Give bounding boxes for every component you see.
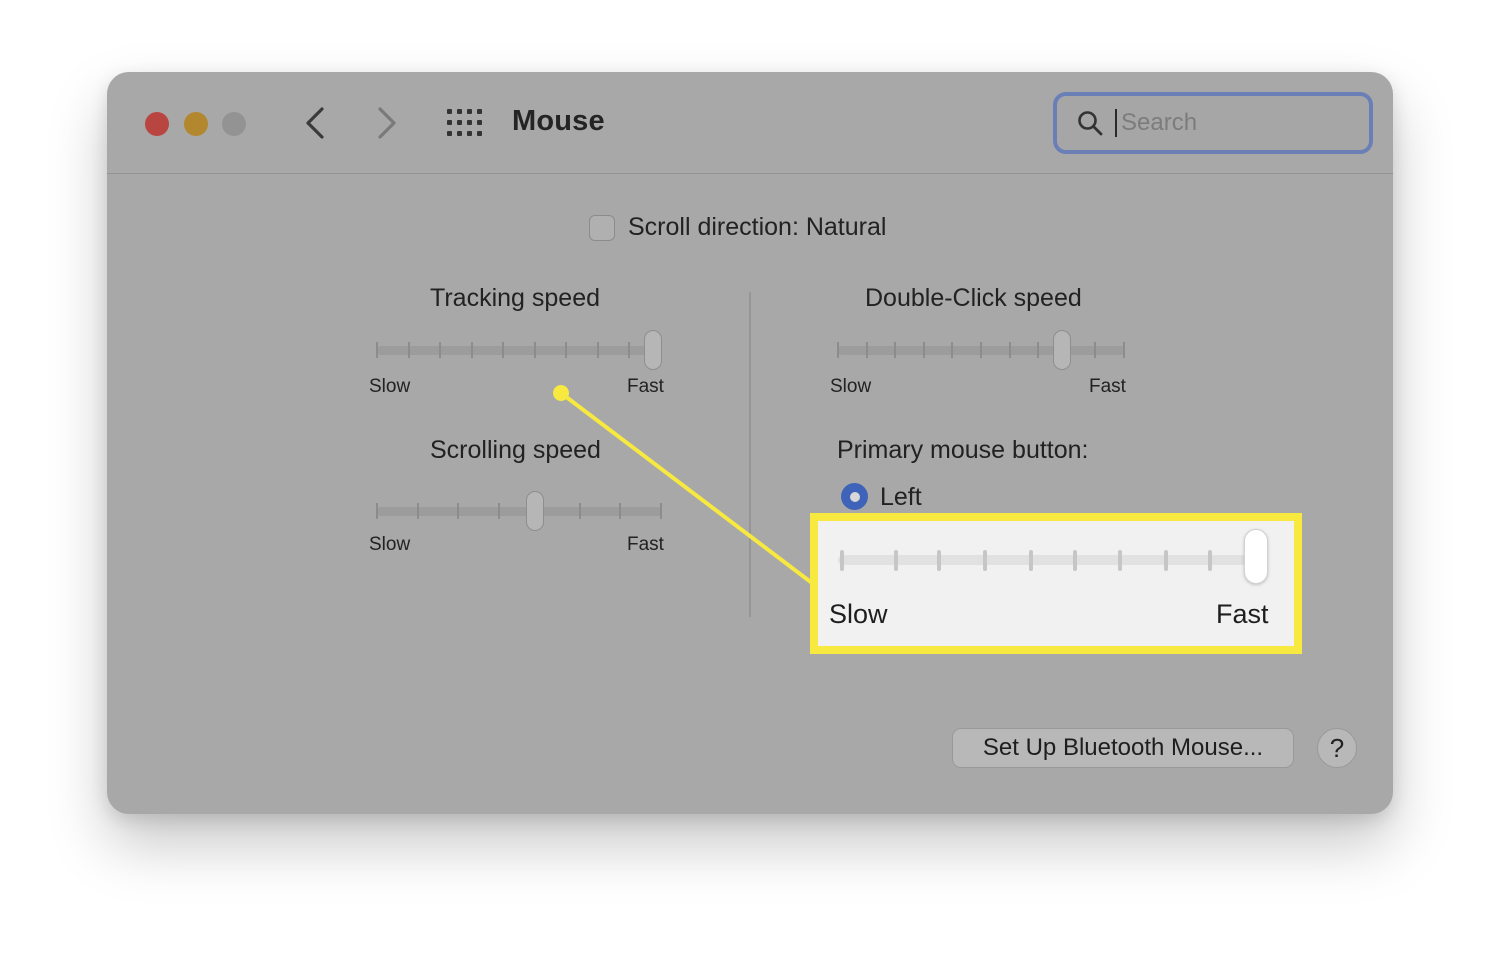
slider-tick xyxy=(407,342,410,358)
window-title: Mouse xyxy=(512,105,605,137)
double-click-speed-slider[interactable] xyxy=(837,330,1125,370)
callout-slider-tick xyxy=(983,550,987,571)
tracking-speed-label: Tracking speed xyxy=(430,284,600,312)
scroll-direction-row: Scroll direction: Natural xyxy=(589,213,886,242)
slider-tick xyxy=(596,342,599,358)
set-up-bluetooth-mouse-button[interactable]: Set Up Bluetooth Mouse... xyxy=(952,728,1294,768)
title-bar: Mouse xyxy=(107,72,1393,174)
scrolling-speed-min-label: Slow xyxy=(369,534,411,555)
slider-knob[interactable] xyxy=(644,330,662,370)
callout-slider-tick xyxy=(937,550,941,571)
callout-slider-tick xyxy=(1073,550,1077,571)
slider-tick xyxy=(980,342,982,358)
callout-slider-tick xyxy=(840,550,844,571)
slider-tick xyxy=(457,503,460,519)
slider-tick xyxy=(1037,342,1040,358)
double-click-speed-min-label: Slow xyxy=(830,376,872,397)
slider-tick xyxy=(1008,342,1011,358)
slider-tick xyxy=(951,342,954,358)
search-input[interactable] xyxy=(1115,109,1335,137)
scrolling-speed-max-label: Fast xyxy=(627,534,664,555)
slider-tick xyxy=(660,503,662,519)
slider-tick xyxy=(376,342,378,358)
zoom-window-button[interactable] xyxy=(222,112,246,136)
show-all-grid-icon[interactable] xyxy=(446,108,484,138)
callout-slider-track xyxy=(838,555,1263,565)
tracking-speed-zoom-callout: Slow Fast xyxy=(810,513,1302,654)
tracking-speed-min-label: Slow xyxy=(369,376,411,397)
chevron-right-icon xyxy=(378,107,396,139)
slider-tick xyxy=(578,503,581,519)
slider-track xyxy=(376,346,662,355)
minimize-window-button[interactable] xyxy=(184,112,208,136)
slider-tick xyxy=(619,503,622,519)
double-click-speed-label: Double-Click speed xyxy=(865,284,1082,312)
column-divider xyxy=(749,292,751,617)
slider-tick xyxy=(1123,342,1125,358)
slider-tick xyxy=(416,503,419,519)
callout-min-label: Slow xyxy=(829,599,888,629)
slider-tick xyxy=(865,342,868,358)
mouse-preferences-window: Mouse Scroll direction: Natural Tracking… xyxy=(107,72,1393,814)
slider-tick xyxy=(628,342,631,358)
callout-slider-tick xyxy=(1029,550,1033,571)
slider-knob[interactable] xyxy=(1053,330,1071,370)
slider-knob[interactable] xyxy=(526,491,545,531)
search-icon xyxy=(1078,111,1103,136)
close-window-button[interactable] xyxy=(145,112,169,136)
slider-tick xyxy=(922,342,925,358)
tracking-speed-max-label: Fast xyxy=(627,376,664,397)
tracking-speed-slider[interactable] xyxy=(376,330,662,370)
callout-max-label: Fast xyxy=(1216,599,1269,629)
primary-mouse-button-label: Primary mouse button: xyxy=(837,436,1089,464)
search-field[interactable] xyxy=(1053,92,1373,154)
help-button[interactable]: ? xyxy=(1317,728,1357,768)
primary-button-left-radio[interactable] xyxy=(841,483,868,510)
slider-tick xyxy=(497,503,500,519)
slider-tick xyxy=(837,342,839,358)
scroll-direction-checkbox[interactable] xyxy=(589,214,615,241)
scrolling-speed-label: Scrolling speed xyxy=(430,436,601,464)
slider-tick xyxy=(894,342,897,358)
slider-tick xyxy=(470,342,473,358)
callout-slider-tick xyxy=(894,550,898,571)
primary-button-left-label: Left xyxy=(880,483,922,511)
slider-tick xyxy=(439,342,442,358)
callout-slider-knob[interactable] xyxy=(1244,529,1268,584)
double-click-speed-max-label: Fast xyxy=(1089,376,1126,397)
callout-slider-tick xyxy=(1208,550,1212,571)
forward-button[interactable] xyxy=(369,104,405,142)
slider-tick xyxy=(502,342,505,358)
slider-tick xyxy=(533,342,536,358)
slider-tick xyxy=(376,503,378,519)
callout-slider-tick xyxy=(1164,550,1168,571)
slider-tick xyxy=(1094,342,1097,358)
scrolling-speed-slider[interactable] xyxy=(376,491,662,531)
slider-tick xyxy=(565,342,568,358)
chevron-left-icon xyxy=(306,107,324,139)
scroll-direction-label: Scroll direction: Natural xyxy=(628,213,887,241)
callout-slider-tick xyxy=(1118,550,1122,571)
back-button[interactable] xyxy=(297,104,333,142)
